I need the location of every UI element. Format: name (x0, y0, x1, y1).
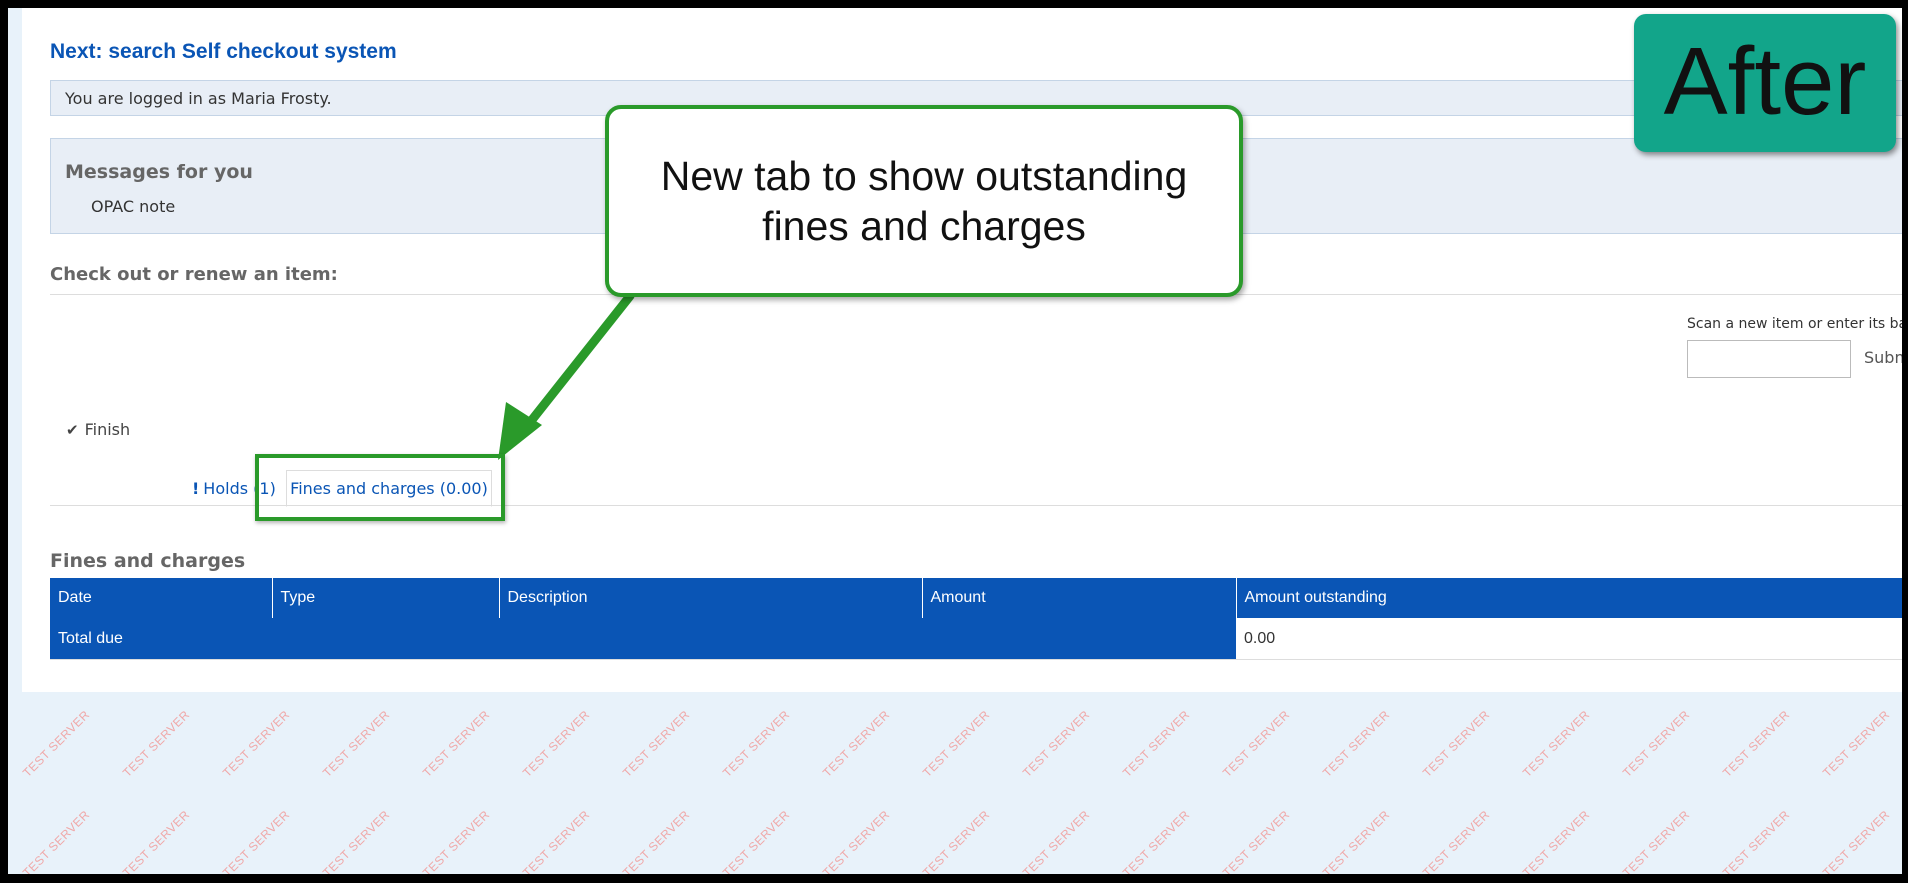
watermark-text: TEST SERVER (1120, 807, 1193, 874)
fines-heading: Fines and charges (50, 550, 246, 572)
watermark-text: TEST SERVER (320, 707, 393, 780)
finish-button[interactable]: ✔ Finish (66, 420, 130, 439)
column-header-amount-outstanding[interactable]: Amount outstanding (1236, 578, 1902, 618)
page-title: Next: search Self checkout system (50, 40, 397, 63)
message-item: OPAC note (91, 197, 176, 216)
watermark-text: TEST SERVER (1720, 807, 1793, 874)
watermark-text: TEST SERVER (520, 807, 593, 874)
after-badge: After (1634, 14, 1896, 152)
watermark-text: TEST SERVER (1020, 807, 1093, 874)
login-message: You are logged in as Maria Frosty. (65, 89, 332, 108)
watermark-text: TEST SERVER (1520, 707, 1593, 780)
watermark-text: TEST SERVER (20, 707, 93, 780)
watermark-text: TEST SERVER (920, 807, 993, 874)
watermark-text: TEST SERVER (1320, 707, 1393, 780)
fines-table: Date Type Description Amount Amount outs… (50, 578, 1902, 660)
watermark-text: TEST SERVER (120, 707, 193, 780)
watermark-text: TEST SERVER (420, 707, 493, 780)
barcode-input[interactable] (1687, 340, 1851, 378)
barcode-label: Scan a new item or enter its barcode: (1687, 316, 1902, 332)
watermark-text: TEST SERVER (1020, 707, 1093, 780)
exclamation-icon: ! (192, 479, 200, 498)
total-due-label: Total due (50, 618, 1236, 660)
tab-highlight-box (255, 454, 505, 521)
watermark-text: TEST SERVER (820, 707, 893, 780)
watermark-text: TEST SERVER (1120, 707, 1193, 780)
watermark-text: TEST SERVER (20, 807, 93, 874)
table-row-total: Total due 0.00 (50, 618, 1902, 660)
watermark-text: TEST SERVER (720, 707, 793, 780)
watermark-text: TEST SERVER (1820, 807, 1893, 874)
watermark-text: TEST SERVER (1620, 807, 1693, 874)
watermark-text: TEST SERVER (620, 707, 693, 780)
watermark-text: TEST SERVER (420, 807, 493, 874)
watermark-text: TEST SERVER (220, 707, 293, 780)
watermark-text: TEST SERVER (820, 807, 893, 874)
watermark-text: TEST SERVER (1420, 807, 1493, 874)
watermark-text: TEST SERVER (920, 707, 993, 780)
watermark-text: TEST SERVER (1420, 707, 1493, 780)
watermark-text: TEST SERVER (1520, 807, 1593, 874)
column-header-type[interactable]: Type (272, 578, 500, 618)
watermark-text: TEST SERVER (1220, 707, 1293, 780)
callout-box: New tab to show outstanding fines and ch… (605, 105, 1243, 297)
watermark-text: TEST SERVER (520, 707, 593, 780)
messages-title: Messages for you (65, 161, 253, 183)
watermark-text: TEST SERVER (120, 807, 193, 874)
watermark-text: TEST SERVER (720, 807, 793, 874)
table-header-row: Date Type Description Amount Amount outs… (50, 578, 1902, 618)
submit-button[interactable]: Submit (1864, 348, 1902, 367)
watermark-text: TEST SERVER (1820, 707, 1893, 780)
column-header-date[interactable]: Date (50, 578, 273, 618)
column-header-description[interactable]: Description (499, 578, 923, 618)
watermark-text: TEST SERVER (320, 807, 393, 874)
watermark-text: TEST SERVER (1320, 807, 1393, 874)
finish-label: Finish (84, 420, 131, 439)
watermark-text: TEST SERVER (220, 807, 293, 874)
watermark-text: TEST SERVER (620, 807, 693, 874)
column-header-amount[interactable]: Amount (922, 578, 1237, 618)
watermark-text: TEST SERVER (1720, 707, 1793, 780)
checkout-heading: Check out or renew an item: (50, 264, 338, 285)
check-icon: ✔ (66, 421, 79, 439)
watermark-text: TEST SERVER (1220, 807, 1293, 874)
total-due-value: 0.00 (1236, 618, 1902, 660)
watermark-text: TEST SERVER (1620, 707, 1693, 780)
